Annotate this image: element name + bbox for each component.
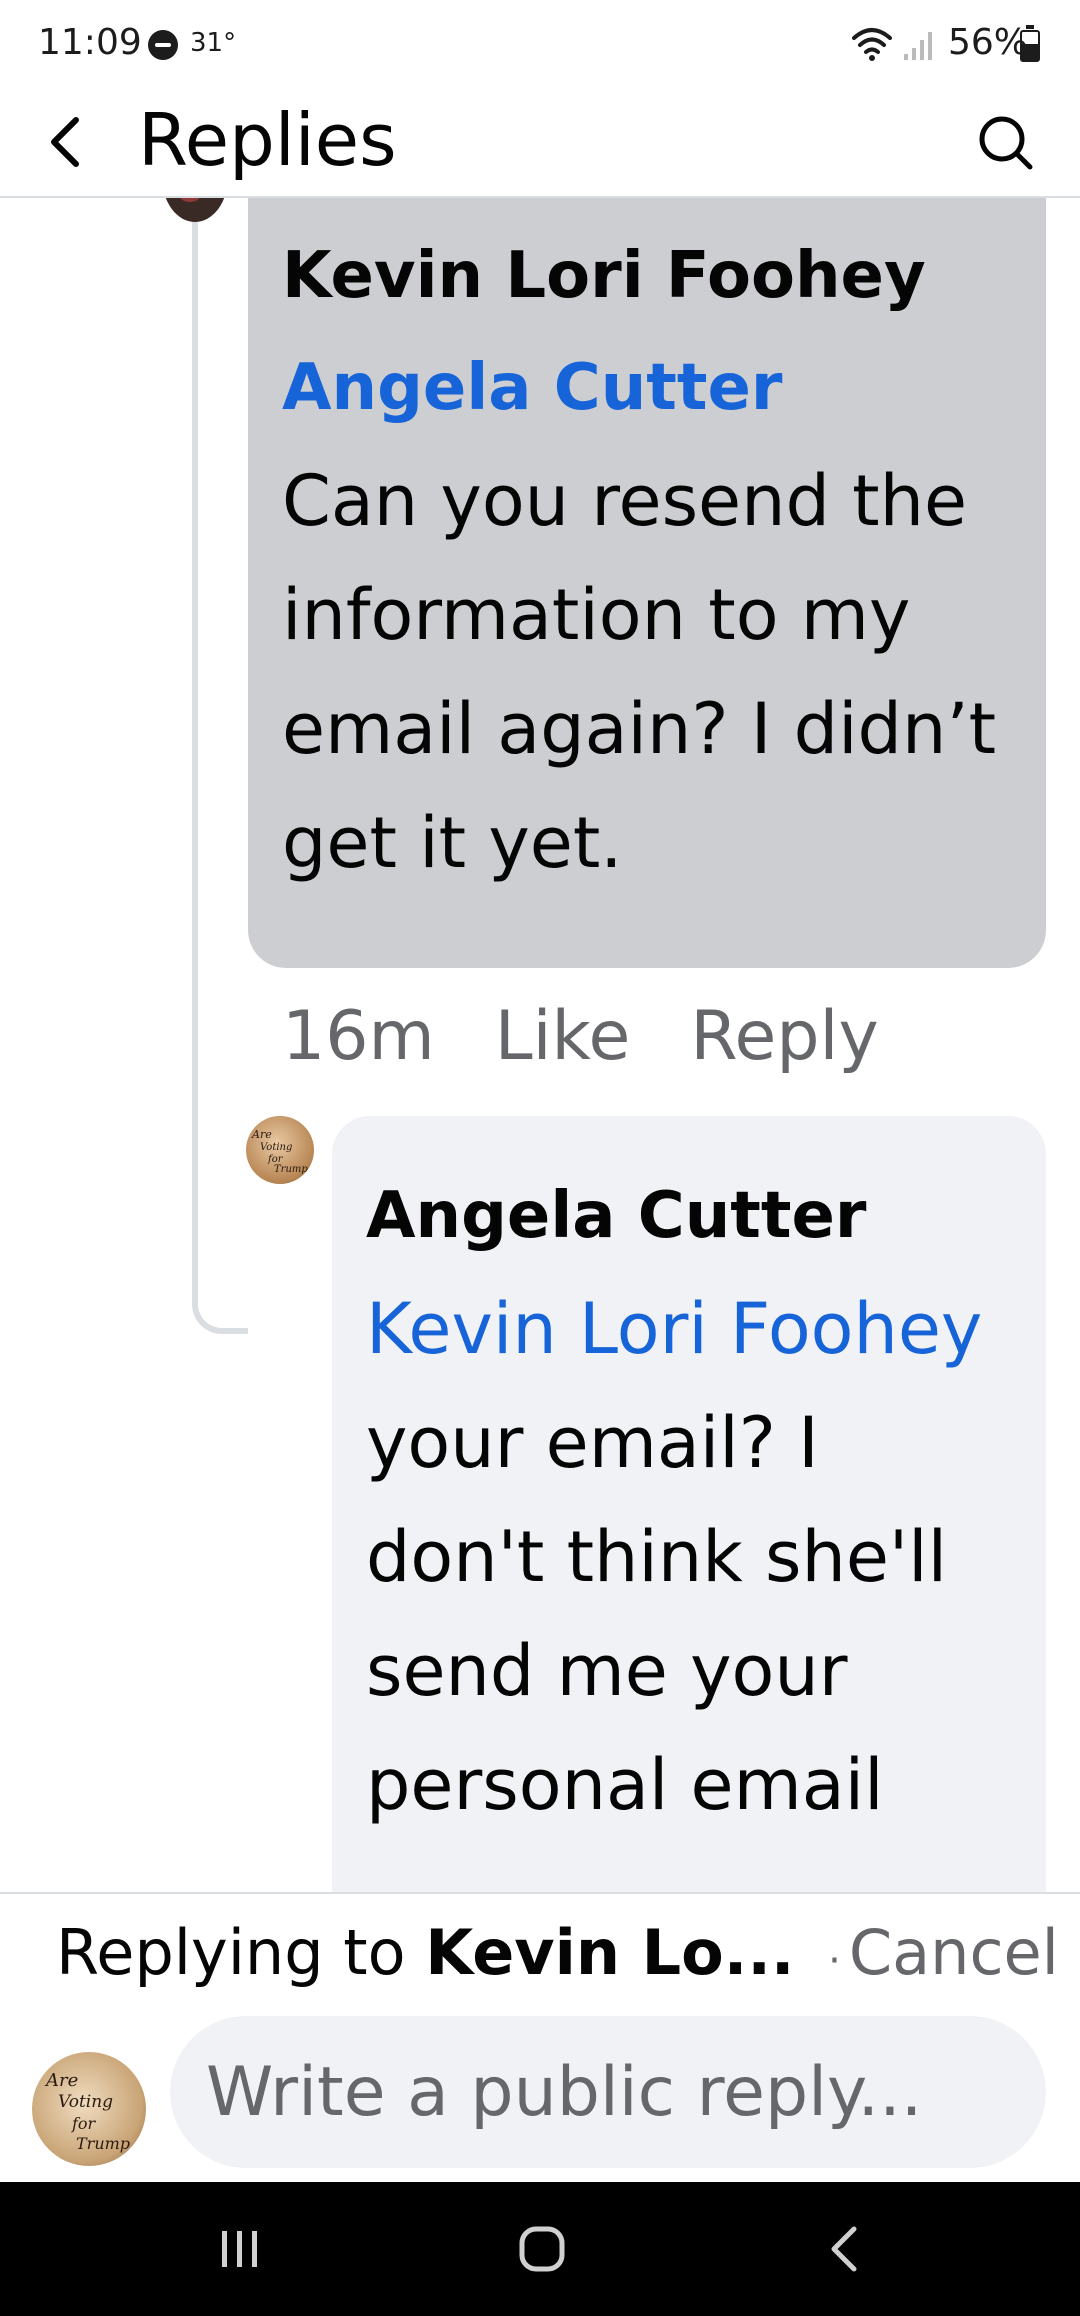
recents-icon: [222, 2231, 257, 2267]
back-icon: [831, 2226, 857, 2272]
comment-author[interactable]: Kevin Lori Foohey: [282, 220, 1016, 332]
reply-input[interactable]: [170, 2016, 1046, 2168]
search-icon: [979, 116, 1033, 170]
comment-bubble[interactable]: Kevin Lori Foohey Angela Cutter Can you …: [248, 198, 1046, 968]
search-button[interactable]: [970, 107, 1042, 179]
home-button[interactable]: [452, 2182, 632, 2316]
recents-button[interactable]: [150, 2182, 330, 2316]
reply-composer: Replying to Kevin Lo... · Cancel Are Voti…: [0, 1892, 1080, 2184]
comment-text: Angela Cutter Can you resend the informa…: [282, 332, 1016, 900]
wifi-icon: [852, 28, 892, 61]
mention-link[interactable]: Angela Cutter: [282, 332, 1016, 444]
system-nav-bar: [0, 2182, 1080, 2316]
avatar-scribble: Voting: [58, 2092, 114, 2112]
comment-body: Can you resend the information to my ema…: [282, 460, 997, 884]
thread-connector: [192, 1278, 248, 1334]
comment-actions: 16m Like Reply: [282, 986, 879, 1086]
back-button[interactable]: [34, 110, 98, 174]
status-time: 11:09: [38, 22, 142, 63]
status-bar: 11:09 31° 56%: [0, 0, 1080, 92]
thread-line: [192, 198, 198, 1140]
battery-level: [1022, 44, 1038, 60]
status-temperature: 31°: [190, 28, 237, 58]
like-button[interactable]: Like: [495, 997, 631, 1076]
avatar[interactable]: Are Voting for Trump: [246, 1116, 314, 1184]
comment-bubble[interactable]: Angela Cutter Kevin Lori Foohey your ema…: [332, 1116, 1046, 1892]
avatar-scribble: Trump: [76, 2134, 131, 2153]
avatar-scribble: Are: [46, 2070, 79, 2091]
avatar-scribble: Trump: [274, 1164, 308, 1175]
battery-percent: 56%: [948, 22, 1029, 63]
avatar[interactable]: Are Voting for Trump: [32, 2052, 146, 2166]
mention-link[interactable]: Kevin Lori Foohey: [366, 1288, 982, 1370]
chevron-left-icon: [51, 117, 79, 167]
home-icon: [519, 2226, 565, 2272]
comment-timestamp: 16m: [282, 996, 435, 1076]
avatar[interactable]: [162, 198, 228, 222]
replies-feed[interactable]: Kevin Lori Foohey Angela Cutter Can you …: [0, 198, 1080, 1892]
signal-icon: [904, 32, 932, 60]
comment-text: Kevin Lori Foohey your email? I don't th…: [366, 1272, 1016, 1842]
nav-back-button[interactable]: [754, 2182, 934, 2316]
comment-author[interactable]: Angela Cutter: [366, 1160, 1016, 1272]
comment-body: your email? I don't think she'll send me…: [366, 1402, 948, 1826]
battery-icon: [1020, 25, 1040, 62]
replying-to-label: Replying to: [56, 1916, 406, 1989]
separator-dot: ·: [828, 1938, 841, 1984]
avatar-scribble: for: [72, 2114, 96, 2133]
do-not-disturb-icon: [148, 30, 178, 60]
avatar-scribble: Are: [252, 1128, 272, 1141]
thread-line: [192, 1138, 198, 1280]
avatar-scribble: Voting: [260, 1142, 293, 1153]
page-title: Replies: [138, 98, 397, 182]
replying-to-name: Kevin Lo...: [425, 1916, 795, 1989]
cancel-button[interactable]: Cancel: [849, 1916, 1059, 1989]
reply-button[interactable]: Reply: [690, 997, 878, 1076]
app-bar: Replies: [0, 92, 1080, 198]
replying-to-bar: Replying to Kevin Lo... · Cancel: [56, 1916, 1059, 1989]
